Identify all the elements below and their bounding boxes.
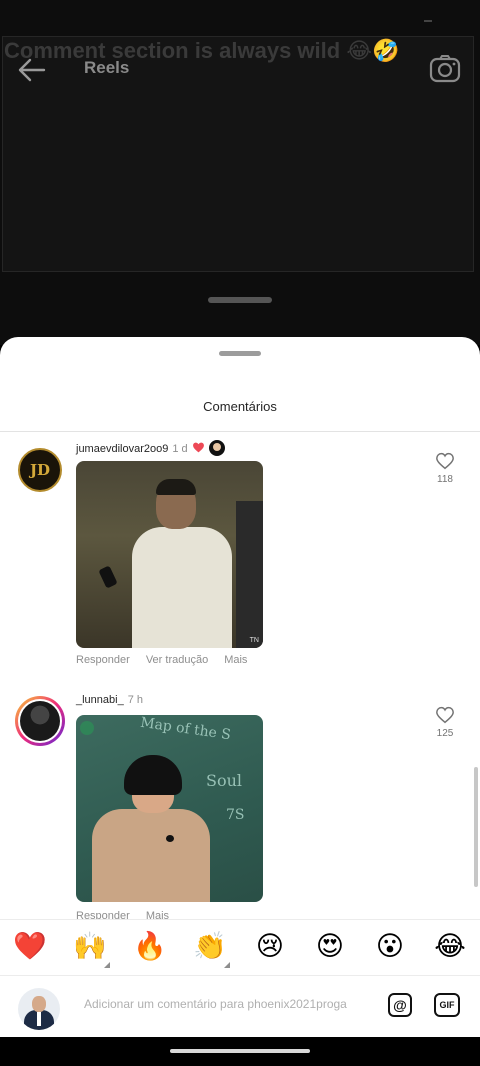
- reply-link[interactable]: Responder: [76, 654, 130, 666]
- skin-tone-indicator-icon: [224, 962, 230, 968]
- emoji-clap[interactable]: 👏: [190, 930, 230, 962]
- like-count: 125: [436, 728, 454, 739]
- comments-sheet: Comentários JD jumaevdilovar2oo9 1 d TN …: [0, 337, 480, 1037]
- heart-outline-icon: [436, 706, 454, 724]
- home-indicator[interactable]: [170, 1049, 310, 1053]
- comment-input[interactable]: [84, 997, 374, 1011]
- avatar: [20, 701, 60, 741]
- emoji-heart[interactable]: ❤️: [10, 930, 50, 962]
- gif-figure: [132, 479, 232, 648]
- comment-time: 1 d: [172, 443, 188, 455]
- comment-composer: @ GIF: [0, 975, 480, 1037]
- spotify-icon: [80, 721, 94, 735]
- sheet-drag-handle[interactable]: [219, 351, 261, 356]
- reply-link[interactable]: Responder: [76, 910, 130, 919]
- status-indicator: [424, 20, 432, 22]
- reels-title: Reels: [84, 58, 130, 77]
- emoji-laughing[interactable]: 😂: [430, 930, 470, 962]
- emoji-crying[interactable]: 😢: [250, 930, 290, 962]
- more-link[interactable]: Mais: [224, 654, 247, 666]
- gif-text: 7S: [226, 807, 245, 823]
- mention-button[interactable]: @: [388, 993, 412, 1017]
- like-button[interactable]: 125: [432, 706, 458, 739]
- reels-background: Comment section is always wild 😂🤣 Reels: [0, 0, 480, 345]
- avatar-story-ring[interactable]: [15, 696, 65, 746]
- gif-text: Map of the S: [139, 715, 232, 744]
- gif-figure: [86, 755, 216, 902]
- gif-button[interactable]: GIF: [434, 993, 460, 1017]
- more-link[interactable]: Mais: [146, 910, 169, 919]
- skin-tone-indicator-icon: [104, 962, 110, 968]
- creator-avatar-icon: [208, 440, 225, 456]
- comment-gif[interactable]: TN: [76, 461, 263, 648]
- emoji-surprised[interactable]: 😮: [370, 930, 410, 962]
- comment-username[interactable]: jumaevdilovar2oo9: [76, 443, 168, 455]
- heart-badge-icon: [192, 442, 204, 453]
- sheet-title: Comentários: [203, 399, 277, 414]
- emoji-bar: ❤️ 🙌 🔥 👏 😢 😍 😮 😂: [0, 919, 480, 975]
- reels-header: Reels: [0, 48, 480, 92]
- emoji-raised-hands[interactable]: 🙌: [70, 930, 110, 962]
- heart-outline-icon: [436, 452, 454, 470]
- comment-username[interactable]: _lunnabi_: [76, 694, 124, 706]
- like-count: 118: [437, 474, 453, 485]
- comment-header: _lunnabi_ 7 h: [76, 694, 143, 706]
- screen: Comment section is always wild 😂🤣 Reels …: [0, 0, 480, 1066]
- comment-item: JD jumaevdilovar2oo9 1 d TN Responder Ve…: [0, 432, 480, 682]
- comment-gif[interactable]: Map of the S Soul 7S: [76, 715, 263, 902]
- comments-list[interactable]: JD jumaevdilovar2oo9 1 d TN Responder Ve…: [0, 432, 480, 919]
- scrollbar[interactable]: [474, 767, 478, 887]
- like-button[interactable]: 118: [432, 452, 458, 485]
- translate-link[interactable]: Ver tradução: [146, 654, 208, 666]
- gif-watermark: TN: [249, 637, 259, 644]
- emoji-fire[interactable]: 🔥: [130, 930, 170, 962]
- reels-drag-handle: [208, 297, 272, 303]
- comment-time: 7 h: [127, 694, 144, 706]
- gif-phone: [98, 565, 118, 589]
- system-nav-bar: [0, 1037, 480, 1066]
- comment-header: jumaevdilovar2oo9 1 d: [76, 440, 225, 456]
- avatar-initials: JD: [29, 461, 51, 479]
- comment-actions: Responder Mais: [76, 910, 185, 919]
- avatar[interactable]: JD: [18, 448, 62, 492]
- emoji-heart-eyes[interactable]: 😍: [310, 930, 350, 962]
- gif-chair: [236, 501, 263, 648]
- camera-icon[interactable]: [428, 52, 462, 86]
- back-arrow-icon[interactable]: [16, 56, 48, 84]
- comment-item: _lunnabi_7 h Map of the S Soul 7S Respo: [0, 686, 480, 919]
- comment-actions: Responder Ver tradução Mais: [76, 654, 263, 666]
- my-avatar: [18, 988, 60, 1030]
